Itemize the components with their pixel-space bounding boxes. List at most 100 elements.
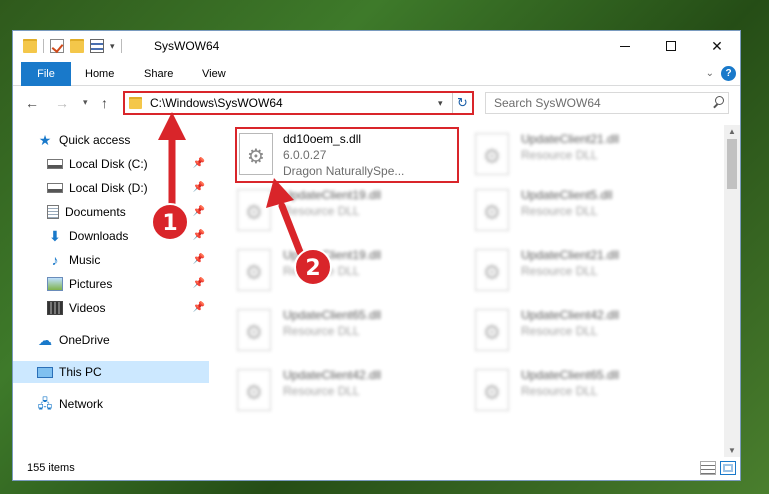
title-bar: ▾ SysWOW64 ✕ xyxy=(13,31,740,61)
close-button[interactable]: ✕ xyxy=(694,31,740,61)
scroll-up-icon[interactable]: ▲ xyxy=(728,127,736,136)
downloads-icon: ⬇ xyxy=(49,228,61,244)
search-input[interactable] xyxy=(494,96,710,110)
item-count: 155 items xyxy=(27,462,75,474)
gear-icon: ⚙ xyxy=(245,322,263,344)
back-button[interactable]: ← xyxy=(25,95,39,111)
file-details: dd10oem_s.dll 6.0.0.27 Dragon NaturallyS… xyxy=(283,131,404,179)
pin-icon[interactable]: 📌 xyxy=(193,302,205,313)
gear-icon: ⚙ xyxy=(483,202,501,224)
sidebar-item-onedrive[interactable]: ☁ OneDrive xyxy=(13,329,209,351)
up-button[interactable]: ↑ xyxy=(101,95,108,111)
sidebar-item-this-pc[interactable]: This PC xyxy=(13,361,209,383)
file-description: Resource DLL xyxy=(283,204,360,218)
sidebar-item-videos[interactable]: Videos 📌 xyxy=(13,297,209,319)
toolbar-divider xyxy=(120,39,122,53)
chevron-down-icon[interactable]: ▾ xyxy=(110,41,115,52)
file-item[interactable]: ⚙ UpdateClient42.dll Resource DLL xyxy=(475,305,699,361)
sidebar-item-local-disk-c[interactable]: Local Disk (C:) 📌 xyxy=(13,153,209,175)
sidebar-item-local-disk-d[interactable]: Local Disk (D:) 📌 xyxy=(13,177,209,199)
address-path[interactable]: C:\Windows\SysWOW64 xyxy=(150,96,438,110)
sidebar-item-pictures[interactable]: Pictures 📌 xyxy=(13,273,209,295)
music-icon: ♪ xyxy=(51,252,59,268)
scrollbar-thumb[interactable] xyxy=(727,139,737,189)
minimize-button[interactable] xyxy=(602,31,648,61)
star-icon: ★ xyxy=(38,132,52,148)
large-icons-view-button[interactable] xyxy=(720,461,736,475)
file-name: UpdateClient5.dll xyxy=(521,188,613,202)
close-icon: ✕ xyxy=(711,37,723,54)
file-thumbnail: ⚙ xyxy=(475,309,509,351)
sidebar-item-label: Documents xyxy=(65,205,126,219)
file-item[interactable]: ⚙ UpdateClient42.dll Resource DLL xyxy=(237,365,461,421)
file-description: Resource DLL xyxy=(521,204,598,218)
file-item[interactable]: ⚙ UpdateClient19.dll Resource DLL xyxy=(237,185,461,241)
sidebar-item-label: Videos xyxy=(69,301,106,315)
file-thumbnail: ⚙ xyxy=(475,249,509,291)
forward-button[interactable]: → xyxy=(55,95,69,111)
vertical-scrollbar[interactable]: ▲ ▼ xyxy=(724,125,740,457)
pin-icon[interactable]: 📌 xyxy=(193,254,205,265)
file-item-dd10oem[interactable]: ⚙ dd10oem_s.dll 6.0.0.27 Dragon Naturall… xyxy=(235,127,459,183)
address-dropdown-button[interactable]: ▾ xyxy=(438,98,452,109)
scroll-down-icon[interactable]: ▼ xyxy=(728,446,736,455)
sidebar-item-quick-access[interactable]: ★ Quick access xyxy=(13,129,209,151)
tab-home[interactable]: Home xyxy=(85,62,114,86)
sidebar-item-label: Pictures xyxy=(69,277,113,291)
file-description: Resource DLL xyxy=(521,384,598,398)
sidebar-item-network[interactable]: 🖧 Network xyxy=(13,393,209,415)
file-thumbnail: ⚙ xyxy=(237,369,271,411)
customize-toolbar-icon[interactable] xyxy=(90,39,104,53)
disk-icon xyxy=(47,159,63,169)
pin-icon[interactable]: 📌 xyxy=(193,278,205,289)
expand-ribbon-icon[interactable]: ⌄ xyxy=(706,68,714,79)
file-description: Resource DLL xyxy=(283,384,360,398)
step-1-badge: 1 xyxy=(151,203,189,241)
window-title: SysWOW64 xyxy=(154,39,220,53)
file-thumbnail: ⚙ xyxy=(475,133,509,175)
tab-file[interactable]: File xyxy=(21,62,71,86)
sidebar-item-label: Downloads xyxy=(69,229,129,243)
search-icon[interactable] xyxy=(710,94,728,112)
sidebar-item-music[interactable]: ♪ Music 📌 xyxy=(13,249,209,271)
address-bar[interactable]: C:\Windows\SysWOW64 ▾ ↻ xyxy=(123,91,474,115)
file-details: UpdateClient21.dll Resource DLL xyxy=(521,247,619,279)
properties-check-icon[interactable] xyxy=(50,39,64,53)
tab-view[interactable]: View xyxy=(202,62,226,86)
file-item[interactable]: ⚙ UpdateClient21.dll Resource DLL xyxy=(475,245,699,301)
help-icon[interactable]: ? xyxy=(721,66,736,81)
tab-share[interactable]: Share xyxy=(144,62,173,86)
videos-icon xyxy=(47,301,63,315)
refresh-button[interactable]: ↻ xyxy=(452,93,472,113)
sidebar-item-label: Local Disk (D:) xyxy=(69,181,148,195)
file-thumbnail: ⚙ xyxy=(237,249,271,291)
file-explorer-window: ▾ SysWOW64 ✕ File Home Share View ⌄ ? ← … xyxy=(12,30,741,481)
file-item[interactable]: ⚙ UpdateClient21.dll Resource DLL xyxy=(475,129,699,185)
pin-icon[interactable]: 📌 xyxy=(193,158,205,169)
file-item[interactable]: ⚙ UpdateClient65.dll Resource DLL xyxy=(237,305,461,361)
sidebar-item-label: This PC xyxy=(59,365,102,379)
gear-icon: ⚙ xyxy=(245,262,263,284)
status-bar: 155 items xyxy=(13,458,740,480)
file-item[interactable]: ⚙ UpdateClient19.dll Resource DLL xyxy=(237,245,461,301)
new-folder-icon[interactable] xyxy=(70,39,84,53)
pin-icon[interactable]: 📌 xyxy=(193,206,205,217)
file-item[interactable]: ⚙ UpdateClient5.dll Resource DLL xyxy=(475,185,699,241)
pin-icon[interactable]: 📌 xyxy=(193,182,205,193)
sidebar-item-label: OneDrive xyxy=(59,333,110,347)
file-item[interactable]: ⚙ UpdateClient65.dll Resource DLL xyxy=(475,365,699,421)
gear-icon: ⚙ xyxy=(483,262,501,284)
details-view-button[interactable] xyxy=(700,461,716,475)
file-description: Resource DLL xyxy=(521,324,598,338)
search-box[interactable] xyxy=(485,92,729,114)
file-name: UpdateClient19.dll xyxy=(283,188,382,202)
window-controls: ✕ xyxy=(602,31,740,61)
file-details: UpdateClient5.dll Resource DLL xyxy=(521,187,612,219)
gear-icon: ⚙ xyxy=(247,146,265,168)
step-2-badge: 2 xyxy=(294,248,332,286)
recent-locations-button[interactable]: ▾ xyxy=(83,97,88,108)
file-name: UpdateClient21.dll xyxy=(521,248,620,262)
maximize-button[interactable] xyxy=(648,31,694,61)
this-pc-icon xyxy=(37,366,53,378)
pin-icon[interactable]: 📌 xyxy=(193,230,205,241)
